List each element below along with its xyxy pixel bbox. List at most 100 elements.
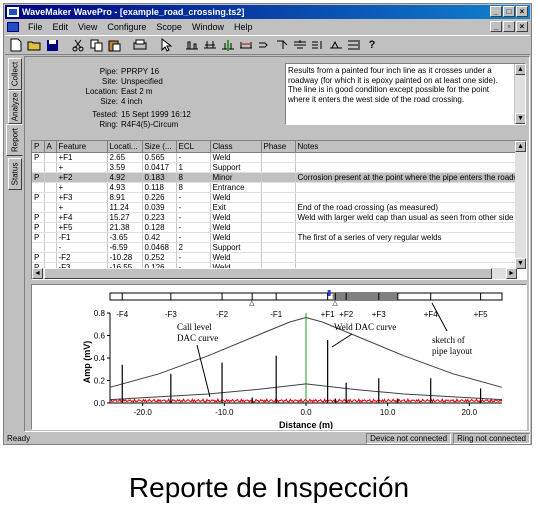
table-cell-a xyxy=(44,242,57,253)
table-cell-class: Weld xyxy=(210,232,262,243)
table-cell-a xyxy=(44,202,57,213)
menu-configure[interactable]: Configure xyxy=(102,22,151,32)
open-folder-icon[interactable] xyxy=(26,37,42,53)
table-cell-p xyxy=(32,242,45,253)
table-cell-notes xyxy=(295,252,517,263)
table-row[interactable]: P +F2 4.92 0.183 8 Minor Corrosion present at … xyxy=(32,172,517,183)
table-cell-loc: -6.59 xyxy=(107,242,143,253)
table-cell-size: 0.565 xyxy=(142,152,177,163)
size-label: Size: xyxy=(100,97,118,106)
annotation-arrow xyxy=(331,333,353,348)
help-icon[interactable]: ? xyxy=(364,37,380,53)
tab-report[interactable]: Report xyxy=(6,124,23,156)
scroll-right-icon[interactable]: ► xyxy=(506,268,517,279)
table-row[interactable]: P +F5 21.38 0.128- Weld xyxy=(32,222,517,233)
column-header-class[interactable]: Class xyxy=(210,141,262,153)
trace-tool-icon[interactable] xyxy=(346,37,362,53)
amplitude-chart[interactable]: △ △ 0.0 0.2 0.4 0.6 0.8 -20.0 -10.0 0.0 10.0 20.0 Di… xyxy=(32,285,526,429)
scroll-left-icon[interactable]: ◄ xyxy=(32,268,43,279)
table-cell-phase xyxy=(261,222,296,233)
column-header-notes[interactable]: Notes xyxy=(295,141,517,153)
tab-analyze[interactable]: Analyze xyxy=(8,90,22,124)
menu-scope[interactable]: Scope xyxy=(151,22,187,32)
copy-icon[interactable] xyxy=(88,37,104,53)
table-row[interactable]: P +F4 15.27 0.223- Weld Weld with larger weld… xyxy=(32,212,517,223)
trace-tool-icon[interactable] xyxy=(256,37,272,53)
table-cell-a xyxy=(44,172,57,183)
table-cell-p: P xyxy=(32,252,45,263)
table-cell-size: 0.252 xyxy=(142,252,177,263)
document-icon[interactable] xyxy=(7,22,19,32)
minimize-button[interactable]: _ xyxy=(490,6,502,17)
table-row[interactable]: P +F1 2.65 0.565- Weld xyxy=(32,152,517,163)
table-cell-notes: End of the road crossing (as measured) xyxy=(295,202,517,213)
trace-tool-icon[interactable] xyxy=(238,37,254,53)
table-cell-notes: The first of a series of very regular we… xyxy=(295,232,517,243)
scroll-thumb[interactable] xyxy=(44,268,492,279)
notes-scrollbar[interactable]: ▲ ▼ xyxy=(514,64,525,124)
table-row[interactable]: - -6.59 0.0468 2 Support xyxy=(32,242,517,253)
table-cell-loc: 21.38 xyxy=(107,222,143,233)
table-cell-loc: -10.28 xyxy=(107,252,143,263)
table-row[interactable]: P -F2 -10.28 0.252- Weld xyxy=(32,252,517,263)
tab-collect[interactable]: Collect xyxy=(8,58,22,90)
table-row[interactable]: +4.93 0.118 8 Entrance xyxy=(32,182,517,193)
notes-textarea[interactable]: Results from a painted four inch line as… xyxy=(285,63,526,125)
x-axis-label: Distance (m) xyxy=(279,420,333,429)
trace-tool-icon[interactable] xyxy=(292,37,308,53)
cut-icon[interactable] xyxy=(70,37,86,53)
table-cell-notes xyxy=(295,182,517,193)
doc-minimize-button[interactable]: _ xyxy=(490,21,502,32)
x-tick-label: 20.0 xyxy=(462,408,478,417)
pipe-label: Pipe: xyxy=(99,67,118,76)
column-header-ecl[interactable]: ECL xyxy=(176,141,211,153)
table-row[interactable]: P -F1 -3.65 0.42- Weld The first of a series … xyxy=(32,232,517,243)
trace-tool-icon[interactable] xyxy=(328,37,344,53)
trace-tool-icon[interactable] xyxy=(184,37,200,53)
table-vertical-scrollbar[interactable]: ▲ ▼ xyxy=(515,141,526,269)
device-status: Device not connected xyxy=(366,432,452,444)
menu-edit[interactable]: Edit xyxy=(48,22,74,32)
menu-view[interactable]: View xyxy=(73,22,102,32)
table-cell-phase xyxy=(261,242,296,253)
side-tab-strip: Collect Analyze Report Status xyxy=(6,58,24,198)
menu-window[interactable]: Window xyxy=(187,22,229,32)
menu-file[interactable]: File xyxy=(23,22,48,32)
table-cell-feature: +F3 xyxy=(56,192,108,203)
table-row[interactable]: +3.59 0.0417 1 Support xyxy=(32,162,517,173)
scroll-up-icon[interactable]: ▲ xyxy=(515,141,526,152)
table-row[interactable]: +11.24 0.039- Exit End of the road crossing… xyxy=(32,202,517,213)
table-row[interactable]: P +F3 8.91 0.226- Weld xyxy=(32,192,517,203)
close-button[interactable]: × xyxy=(516,6,528,17)
menu-help[interactable]: Help xyxy=(229,22,258,32)
table-cell-class: Weld xyxy=(210,212,262,223)
table-cell-feature: + xyxy=(56,202,108,213)
scroll-down-icon[interactable]: ▼ xyxy=(515,113,525,124)
doc-restore-button[interactable]: ▫ xyxy=(503,21,515,32)
column-header-size[interactable]: Size (... xyxy=(142,141,177,153)
maximize-button[interactable]: □ xyxy=(503,6,515,17)
table-cell-loc: 8.91 xyxy=(107,192,143,203)
trace-tool-icon[interactable] xyxy=(310,37,326,53)
column-header-p[interactable]: P xyxy=(32,141,45,153)
table-cell-p xyxy=(32,202,45,213)
new-file-icon[interactable] xyxy=(8,37,24,53)
table-cell-ecl: - xyxy=(176,232,211,243)
help-pointer-icon[interactable] xyxy=(158,37,174,53)
trace-tool-icon[interactable] xyxy=(220,37,236,53)
save-icon[interactable] xyxy=(44,37,60,53)
scroll-up-icon[interactable]: ▲ xyxy=(515,64,525,75)
column-header-phase[interactable]: Phase xyxy=(261,141,296,153)
column-header-feature[interactable]: Feature xyxy=(56,141,108,153)
doc-close-button[interactable]: × xyxy=(516,21,528,32)
paste-icon[interactable] xyxy=(106,37,122,53)
trace-tool-icon[interactable] xyxy=(202,37,218,53)
table-cell-class: Support xyxy=(210,242,262,253)
table-horizontal-scrollbar[interactable]: ◄ ► xyxy=(32,268,517,279)
trace-tool-icon[interactable] xyxy=(274,37,290,53)
tab-status[interactable]: Status xyxy=(8,158,22,190)
print-icon[interactable] xyxy=(132,37,148,53)
column-header-location[interactable]: Locati... xyxy=(107,141,143,153)
column-header-a[interactable]: A xyxy=(44,141,57,153)
table-cell-phase xyxy=(261,172,296,183)
